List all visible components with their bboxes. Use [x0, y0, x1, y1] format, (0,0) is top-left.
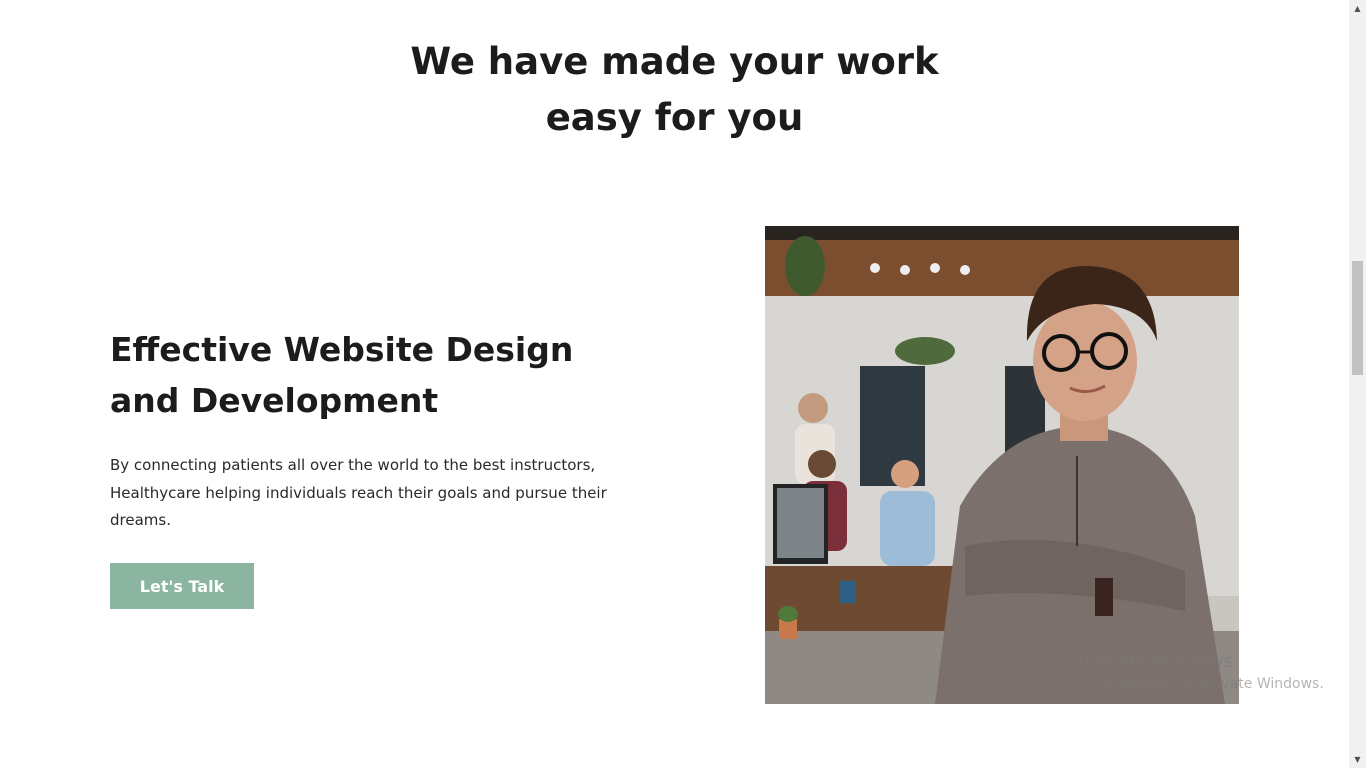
feature-title: Effective Website Design and Development [110, 324, 670, 426]
scrollbar-thumb[interactable] [1352, 261, 1363, 375]
photo-illustration [765, 226, 1239, 704]
feature-title-line-1: Effective Website Design [110, 330, 574, 369]
scroll-up-arrow-icon[interactable]: ▲ [1349, 0, 1366, 17]
vertical-scrollbar[interactable]: ▲ ▼ [1349, 0, 1366, 768]
lets-talk-button[interactable]: Let's Talk [110, 563, 254, 609]
section-heading-line-1: We have made your work [410, 40, 939, 83]
section-heading-line-2: easy for you [545, 96, 804, 139]
section-heading: We have made your work easy for you [0, 34, 1349, 146]
team-office-photo [765, 226, 1239, 704]
scroll-down-arrow-icon[interactable]: ▼ [1349, 751, 1366, 768]
feature-description: By connecting patients all over the worl… [110, 456, 607, 529]
page: We have made your work easy for you Effe… [0, 0, 1349, 768]
feature-title-line-2: and Development [110, 381, 439, 420]
